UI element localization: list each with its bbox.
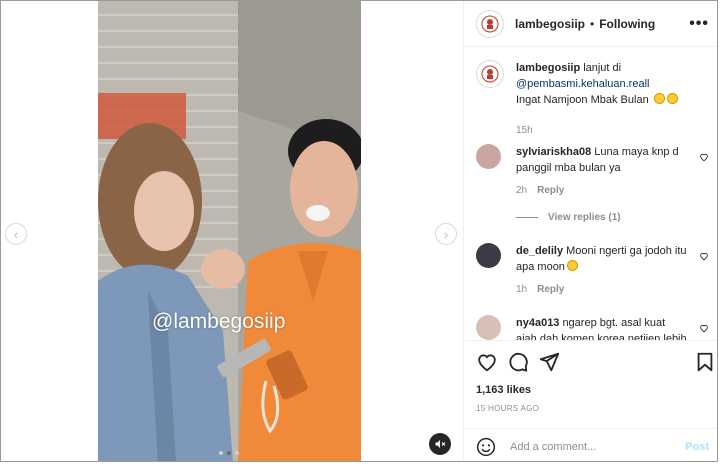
reply-button[interactable]: Reply (537, 284, 564, 295)
comment-item: sylviariskha08 Luna maya knp d panggil mb… (476, 144, 709, 234)
carousel-dot-active (227, 451, 231, 455)
comment-time: 1h (516, 284, 528, 295)
view-replies-label: View replies (1) (548, 212, 621, 223)
share-send-icon[interactable] (538, 351, 560, 373)
comment-avatar[interactable] (476, 144, 501, 169)
caption-username[interactable]: lambegosiip (516, 62, 580, 74)
rofl-emoji-icon (653, 93, 665, 104)
comment-username[interactable]: de_delily (516, 245, 563, 257)
more-options-icon[interactable]: ••• (689, 15, 709, 33)
caption-text-after: Ingat Namjoon Mbak Bulan (516, 94, 649, 106)
post-timestamp: 15 HOURS AGO (476, 404, 540, 413)
comment-meta: 1h Reply (516, 284, 564, 295)
following-button[interactable]: Following (599, 17, 655, 31)
caption-avatar[interactable] (476, 60, 504, 88)
next-arrow-icon[interactable]: › (435, 223, 457, 245)
lambegosiip-logo-icon (481, 65, 499, 83)
video-frame-image (98, 1, 361, 461)
media-area: ‹ @lambegosiip › (1, 1, 463, 461)
likes-count[interactable]: 1,163 likes (476, 384, 531, 396)
add-comment-bar: Post (464, 428, 717, 461)
comment-like-icon[interactable] (699, 323, 709, 333)
carousel-dot (235, 451, 239, 455)
view-replies-line (516, 217, 538, 218)
rofl-emoji-icon (666, 93, 678, 104)
save-bookmark-icon[interactable] (694, 351, 716, 373)
view-replies-button[interactable]: View replies (1) (516, 212, 621, 223)
emoji-picker-icon[interactable] (476, 437, 496, 457)
lambegosiip-logo-icon (481, 15, 499, 32)
post-header: lambegosiip • Following ••• (464, 1, 717, 47)
caption-text-before: lanjut di (583, 62, 622, 74)
comment-avatar[interactable] (476, 315, 501, 340)
caption-time: 15h (516, 125, 533, 136)
profile-avatar[interactable] (476, 9, 504, 38)
comment-avatar[interactable] (476, 243, 501, 268)
post-comment-button[interactable]: Post (685, 441, 709, 453)
comment-bubble-icon[interactable] (507, 351, 529, 373)
speaker-muted-icon (435, 440, 446, 448)
comment-text: ny4a013 ngarep bgt. asal kuat ajah dah ko… (516, 315, 687, 340)
caption: lambegosiip lanjut di @pembasmi.kehaluan.… (476, 60, 709, 136)
laughing-emoji-icon (566, 260, 578, 271)
comment-username[interactable]: sylviariskha08 (516, 146, 591, 158)
comment-like-icon[interactable] (699, 251, 709, 261)
video-watermark: @lambegosiip (152, 310, 286, 333)
header-username[interactable]: lambegosiip (515, 17, 585, 31)
add-comment-input[interactable] (508, 439, 682, 454)
comment-username[interactable]: ny4a013 (516, 317, 559, 329)
mute-button[interactable] (429, 433, 451, 455)
previous-arrow-icon[interactable]: ‹ (5, 223, 27, 245)
caption-mention-link[interactable]: @pembasmi.kehaluan.reall (516, 78, 649, 90)
comment-item: de_delily Mooni ngerti ga jodoh itu apa m… (476, 243, 709, 303)
post-actions-bar: 1,163 likes 15 HOURS AGO (464, 340, 717, 429)
carousel-indicator (219, 451, 239, 455)
comment-like-icon[interactable] (699, 152, 709, 162)
reply-button[interactable]: Reply (537, 185, 564, 196)
comments-list[interactable]: lambegosiip lanjut di @pembasmi.kehaluan.… (464, 48, 717, 340)
comment-text: de_delily Mooni ngerti ga jodoh itu apa m… (516, 243, 687, 275)
carousel-dot (219, 451, 223, 455)
like-heart-icon[interactable] (476, 351, 498, 373)
post-side-panel: lambegosiip • Following ••• lambegosiip l… (463, 1, 717, 461)
caption-text: lambegosiip lanjut di @pembasmi.kehaluan.… (516, 60, 709, 108)
comment-meta: 2h Reply (516, 185, 564, 196)
comment-time: 2h (516, 185, 528, 196)
header-separator: • (590, 16, 595, 31)
post-video[interactable]: @lambegosiip (98, 1, 361, 461)
instagram-post-modal: ‹ @lambegosiip › lambegosiip • Following… (0, 0, 718, 462)
comment-item: ny4a013 ngarep bgt. asal kuat ajah dah ko… (476, 315, 709, 340)
comment-text: sylviariskha08 Luna maya knp d panggil mb… (516, 144, 687, 176)
